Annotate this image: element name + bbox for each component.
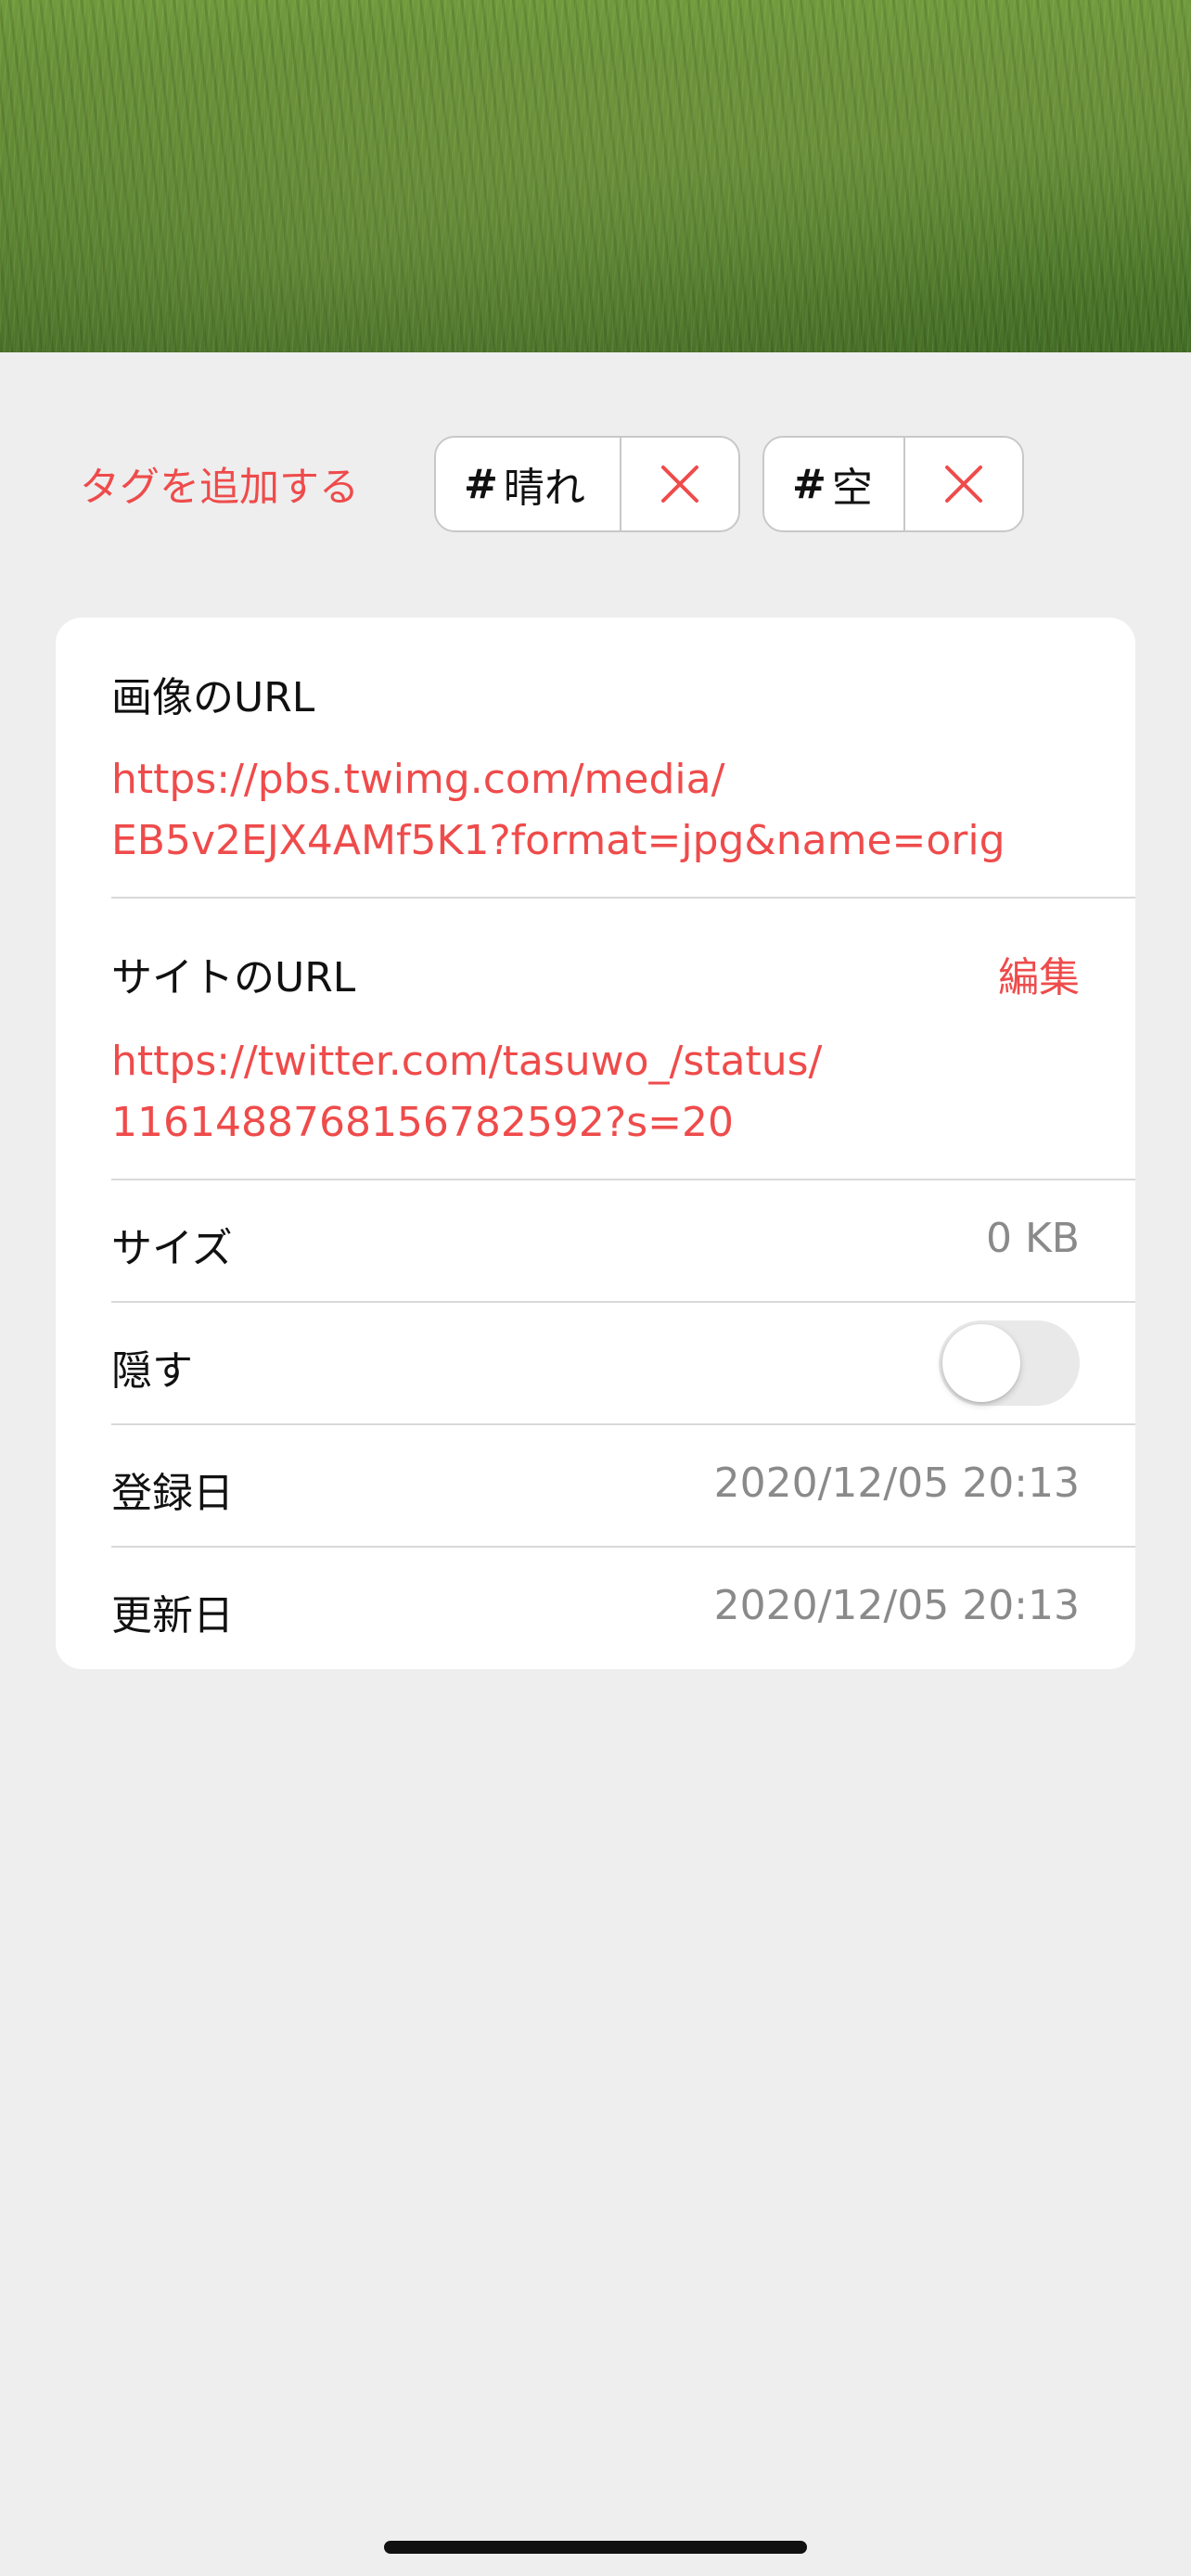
image-url-line: EB5v2EJX4AMf5K1?format=jpg&name=orig	[111, 817, 1005, 864]
image-url-link[interactable]: https://pbs.twimg.com/media/ EB5v2EJX4AM…	[111, 749, 1005, 872]
divider	[111, 1301, 1135, 1303]
divider	[111, 1179, 1135, 1180]
hash-icon: #	[464, 460, 498, 508]
site-url-line: 1161488768156782592?s=20	[111, 1099, 735, 1146]
edit-site-url-button[interactable]: 編集	[998, 944, 1080, 1003]
hero-image	[0, 0, 1191, 352]
site-url-line: https://twitter.com/tasuwo_/status/	[111, 1038, 823, 1085]
tag-label[interactable]: # 空	[764, 438, 903, 530]
tag-label[interactable]: # 晴れ	[436, 438, 620, 530]
site-url-label: サイトのURL	[111, 954, 356, 1001]
remove-tag-button[interactable]	[620, 438, 738, 530]
tag-name: 晴れ	[503, 465, 585, 512]
toggle-knob	[942, 1324, 1020, 1402]
hide-toggle[interactable]	[939, 1320, 1080, 1406]
home-indicator[interactable]	[384, 2541, 807, 2554]
site-url-link[interactable]: https://twitter.com/tasuwo_/status/ 1161…	[111, 1031, 822, 1154]
close-icon	[945, 465, 982, 503]
created-value: 2020/12/05 20:13	[713, 1460, 1080, 1507]
tag-chip: # 晴れ	[434, 436, 740, 532]
divider	[111, 1546, 1135, 1548]
remove-tag-button[interactable]	[903, 438, 1022, 530]
divider	[111, 897, 1135, 899]
size-value: 0 KB	[985, 1215, 1080, 1262]
image-url-line: https://pbs.twimg.com/media/	[111, 756, 725, 803]
close-icon	[661, 465, 698, 503]
tag-name: 空	[831, 465, 873, 512]
tag-chip: # 空	[762, 436, 1024, 532]
created-label: 登録日	[111, 1470, 234, 1517]
hide-label: 隠す	[111, 1347, 193, 1395]
updated-value: 2020/12/05 20:13	[713, 1582, 1080, 1629]
updated-label: 更新日	[111, 1592, 234, 1639]
clip-info-card: 画像のURL https://pbs.twimg.com/media/ EB5v…	[56, 618, 1135, 1669]
add-tag-button[interactable]: タグを追加する	[80, 460, 359, 516]
size-label: サイズ	[111, 1225, 233, 1272]
hash-icon: #	[792, 460, 826, 508]
divider	[111, 1423, 1135, 1425]
image-url-label: 画像のURL	[111, 674, 315, 721]
